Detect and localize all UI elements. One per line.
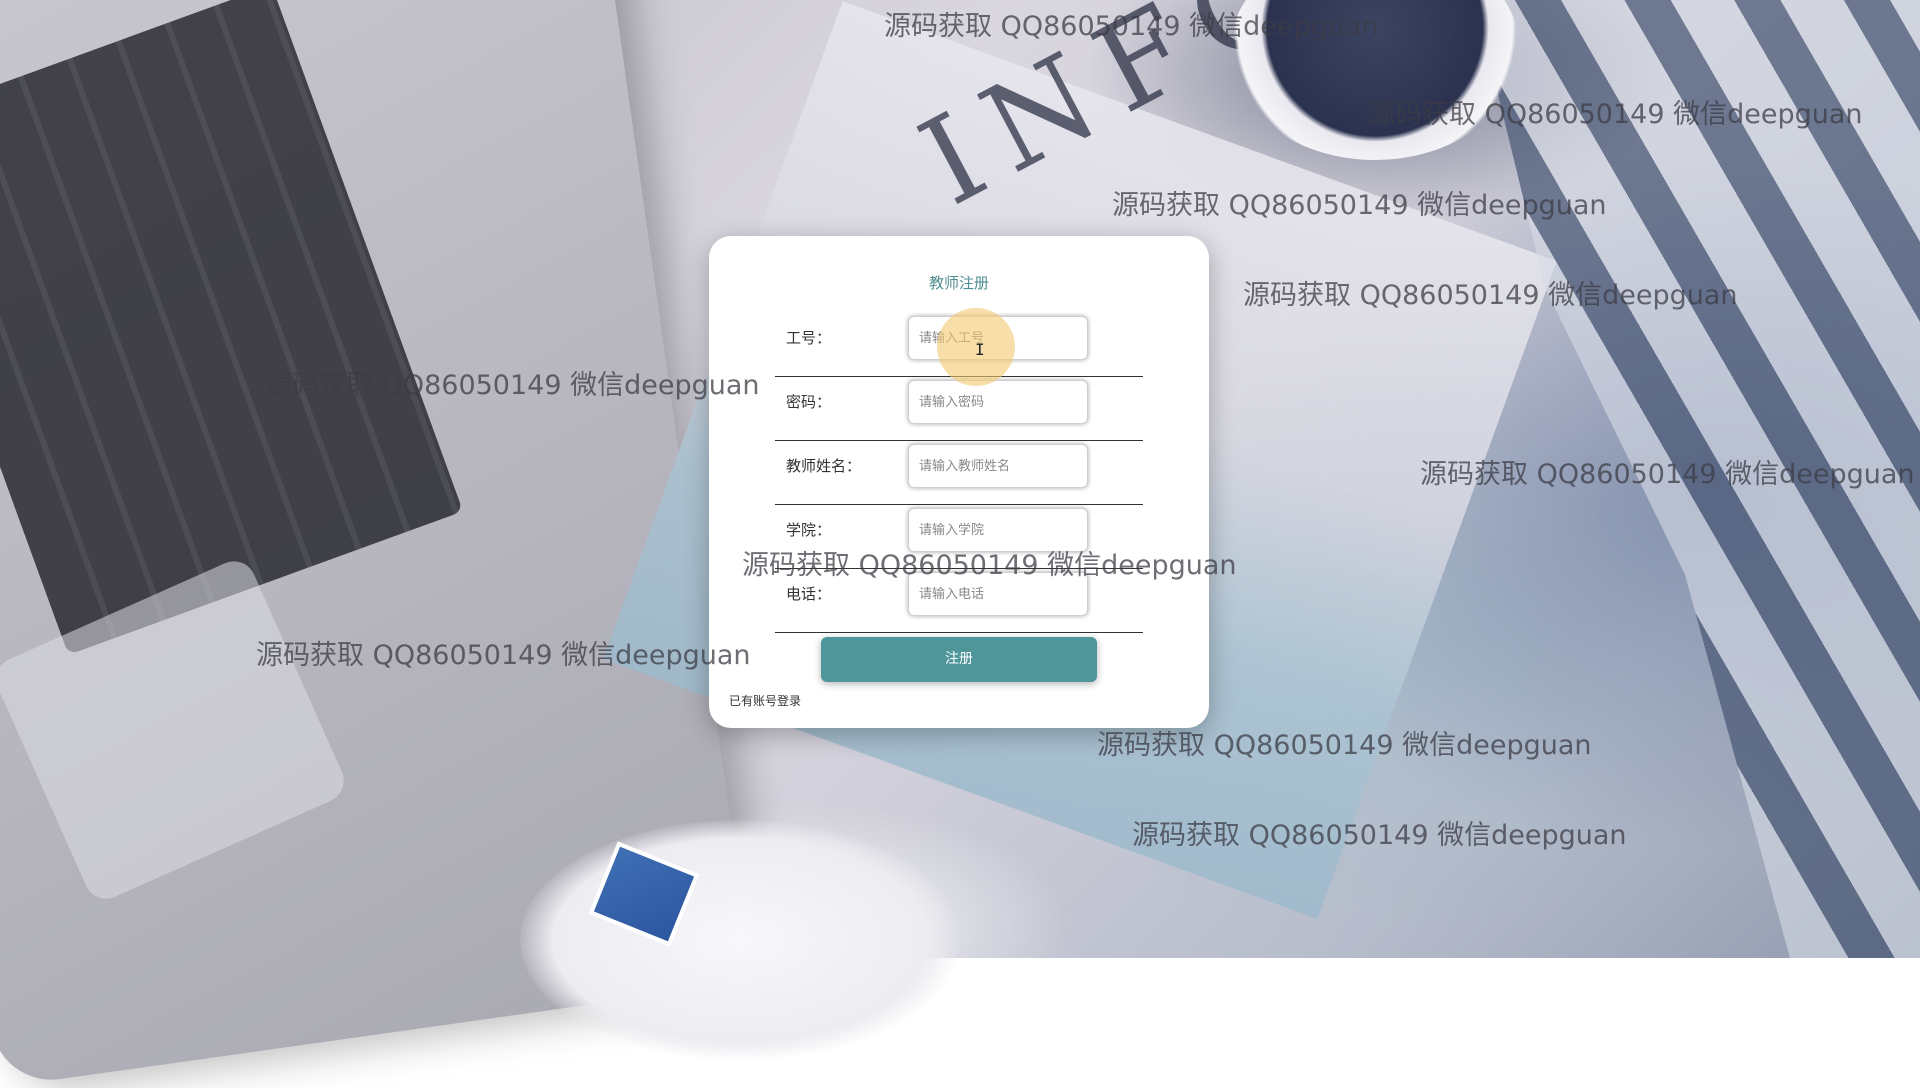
form-title: 教师注册 <box>928 274 989 292</box>
form-row-phone: 电话： <box>775 570 1143 633</box>
teacher-name-label: 教师姓名： <box>786 457 862 475</box>
college-label: 学院： <box>786 521 832 539</box>
password-label: 密码： <box>786 393 832 411</box>
register-button[interactable]: 注册 <box>821 637 1097 682</box>
phone-label: 电话： <box>786 585 832 603</box>
password-input[interactable] <box>908 380 1088 424</box>
form-row-teacher-name: 教师姓名： <box>775 442 1143 505</box>
register-card: 教师注册 工号： 密码： 教师姓名： 学院： 电话： 注册 已有账号登录 <box>709 236 1209 728</box>
login-link[interactable]: 已有账号登录 <box>729 692 801 709</box>
cup-image <box>520 820 960 1060</box>
phone-input[interactable] <box>908 572 1088 616</box>
form-row-password: 密码： <box>775 378 1143 441</box>
form-row-college: 学院： <box>775 506 1143 569</box>
text-cursor-icon: I <box>975 340 985 359</box>
college-input[interactable] <box>908 508 1088 552</box>
staff-id-label: 工号： <box>786 329 832 347</box>
teacher-name-input[interactable] <box>908 444 1088 488</box>
